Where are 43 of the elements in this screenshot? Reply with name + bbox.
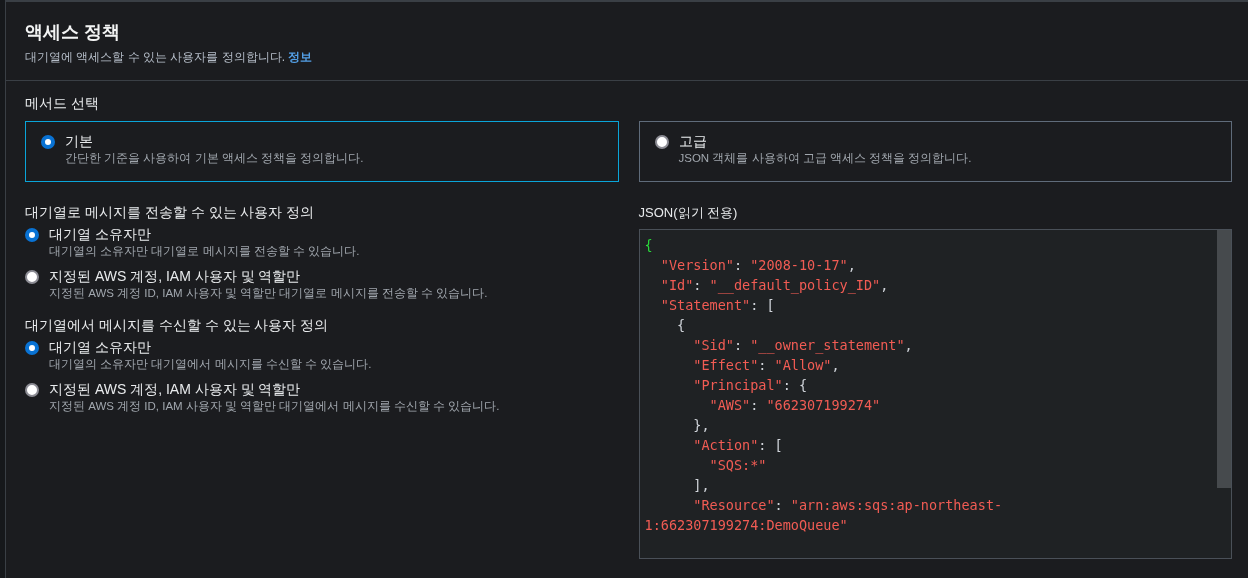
method-label: 메서드 선택 [25, 95, 100, 113]
info-link[interactable]: 정보 [288, 50, 313, 64]
code-line: 1:662307199274:DemoQueue" [644, 516, 849, 535]
section-title: 액세스 정책 [25, 21, 121, 44]
code-line: "Resource": "arn:aws:sqs:ap-northeast- [692, 496, 1004, 515]
option-description: JSON 객체를 사용하여 고급 액세스 정책을 정의합니다. [678, 151, 972, 166]
option-description: 지정된 AWS 계정 ID, IAM 사용자 및 역할만 대기열에서 메시지를 수신할 수 있습니다. [49, 399, 500, 414]
option-title: 대기열 소유자만 [49, 226, 152, 243]
option-description: 간단한 기준을 사용하여 기본 액세스 정책을 정의합니다. [65, 151, 364, 166]
option-card[interactable]: 고급 JSON 객체를 사용하여 고급 액세스 정책을 정의합니다. [638, 121, 1232, 182]
code-line: "Id": "__default_policy_ID", [659, 276, 890, 295]
code-line: "Statement": [ [659, 296, 776, 315]
option-title: 고급 [678, 133, 708, 150]
radio-button[interactable] [25, 270, 39, 284]
code-line: }, [692, 416, 711, 435]
section-description: 대기열에 액세스할 수 있는 사용자를 정의합니다. 정보 [25, 49, 314, 66]
option-title: 기본 [65, 133, 94, 150]
code-line: "Action": [ [692, 436, 784, 455]
group-label: 대기열에서 메시지를 수신할 수 있는 사용자 정의 [25, 317, 330, 335]
radio-button[interactable] [25, 228, 39, 242]
code-line: "AWS": "662307199274" [708, 396, 882, 415]
scrollbar[interactable] [1217, 230, 1231, 488]
code-line: "Effect": "Allow", [692, 356, 841, 375]
option-description: 대기열의 소유자만 대기열에서 메시지를 수신할 수 있습니다. [49, 357, 372, 372]
option-title: 지정된 AWS 계정, IAM 사용자 및 역할만 [49, 381, 302, 398]
radio-button[interactable] [41, 135, 55, 149]
option-description: 대기열의 소유자만 대기열로 메시지를 전송할 수 있습니다. [49, 244, 360, 259]
option-card[interactable]: 기본 간단한 기준을 사용하여 기본 액세스 정책을 정의합니다. [25, 121, 619, 182]
option-description: 지정된 AWS 계정 ID, IAM 사용자 및 역할만 대기열로 메시지를 전송할 수 있습니다. [49, 286, 488, 301]
code-line: { [676, 316, 687, 335]
code-line: ], [692, 476, 711, 495]
option-title: 지정된 AWS 계정, IAM 사용자 및 역할만 [49, 268, 302, 285]
radio-button[interactable] [654, 135, 669, 149]
code-line: { [644, 236, 654, 255]
code-line: "Version": "2008-10-17", [659, 256, 857, 275]
code-line: "Principal": { [692, 376, 809, 395]
option-title: 대기열 소유자만 [49, 339, 152, 356]
radio-button[interactable] [25, 341, 39, 355]
code-line: "Sid": "__owner_statement", [692, 336, 914, 355]
code-line: "SQS:*" [708, 456, 768, 475]
group-label: 대기열로 메시지를 전송할 수 있는 사용자 정의 [25, 204, 316, 222]
radio-button[interactable] [25, 383, 39, 397]
json-label: JSON(읽기 전용) [638, 204, 739, 222]
